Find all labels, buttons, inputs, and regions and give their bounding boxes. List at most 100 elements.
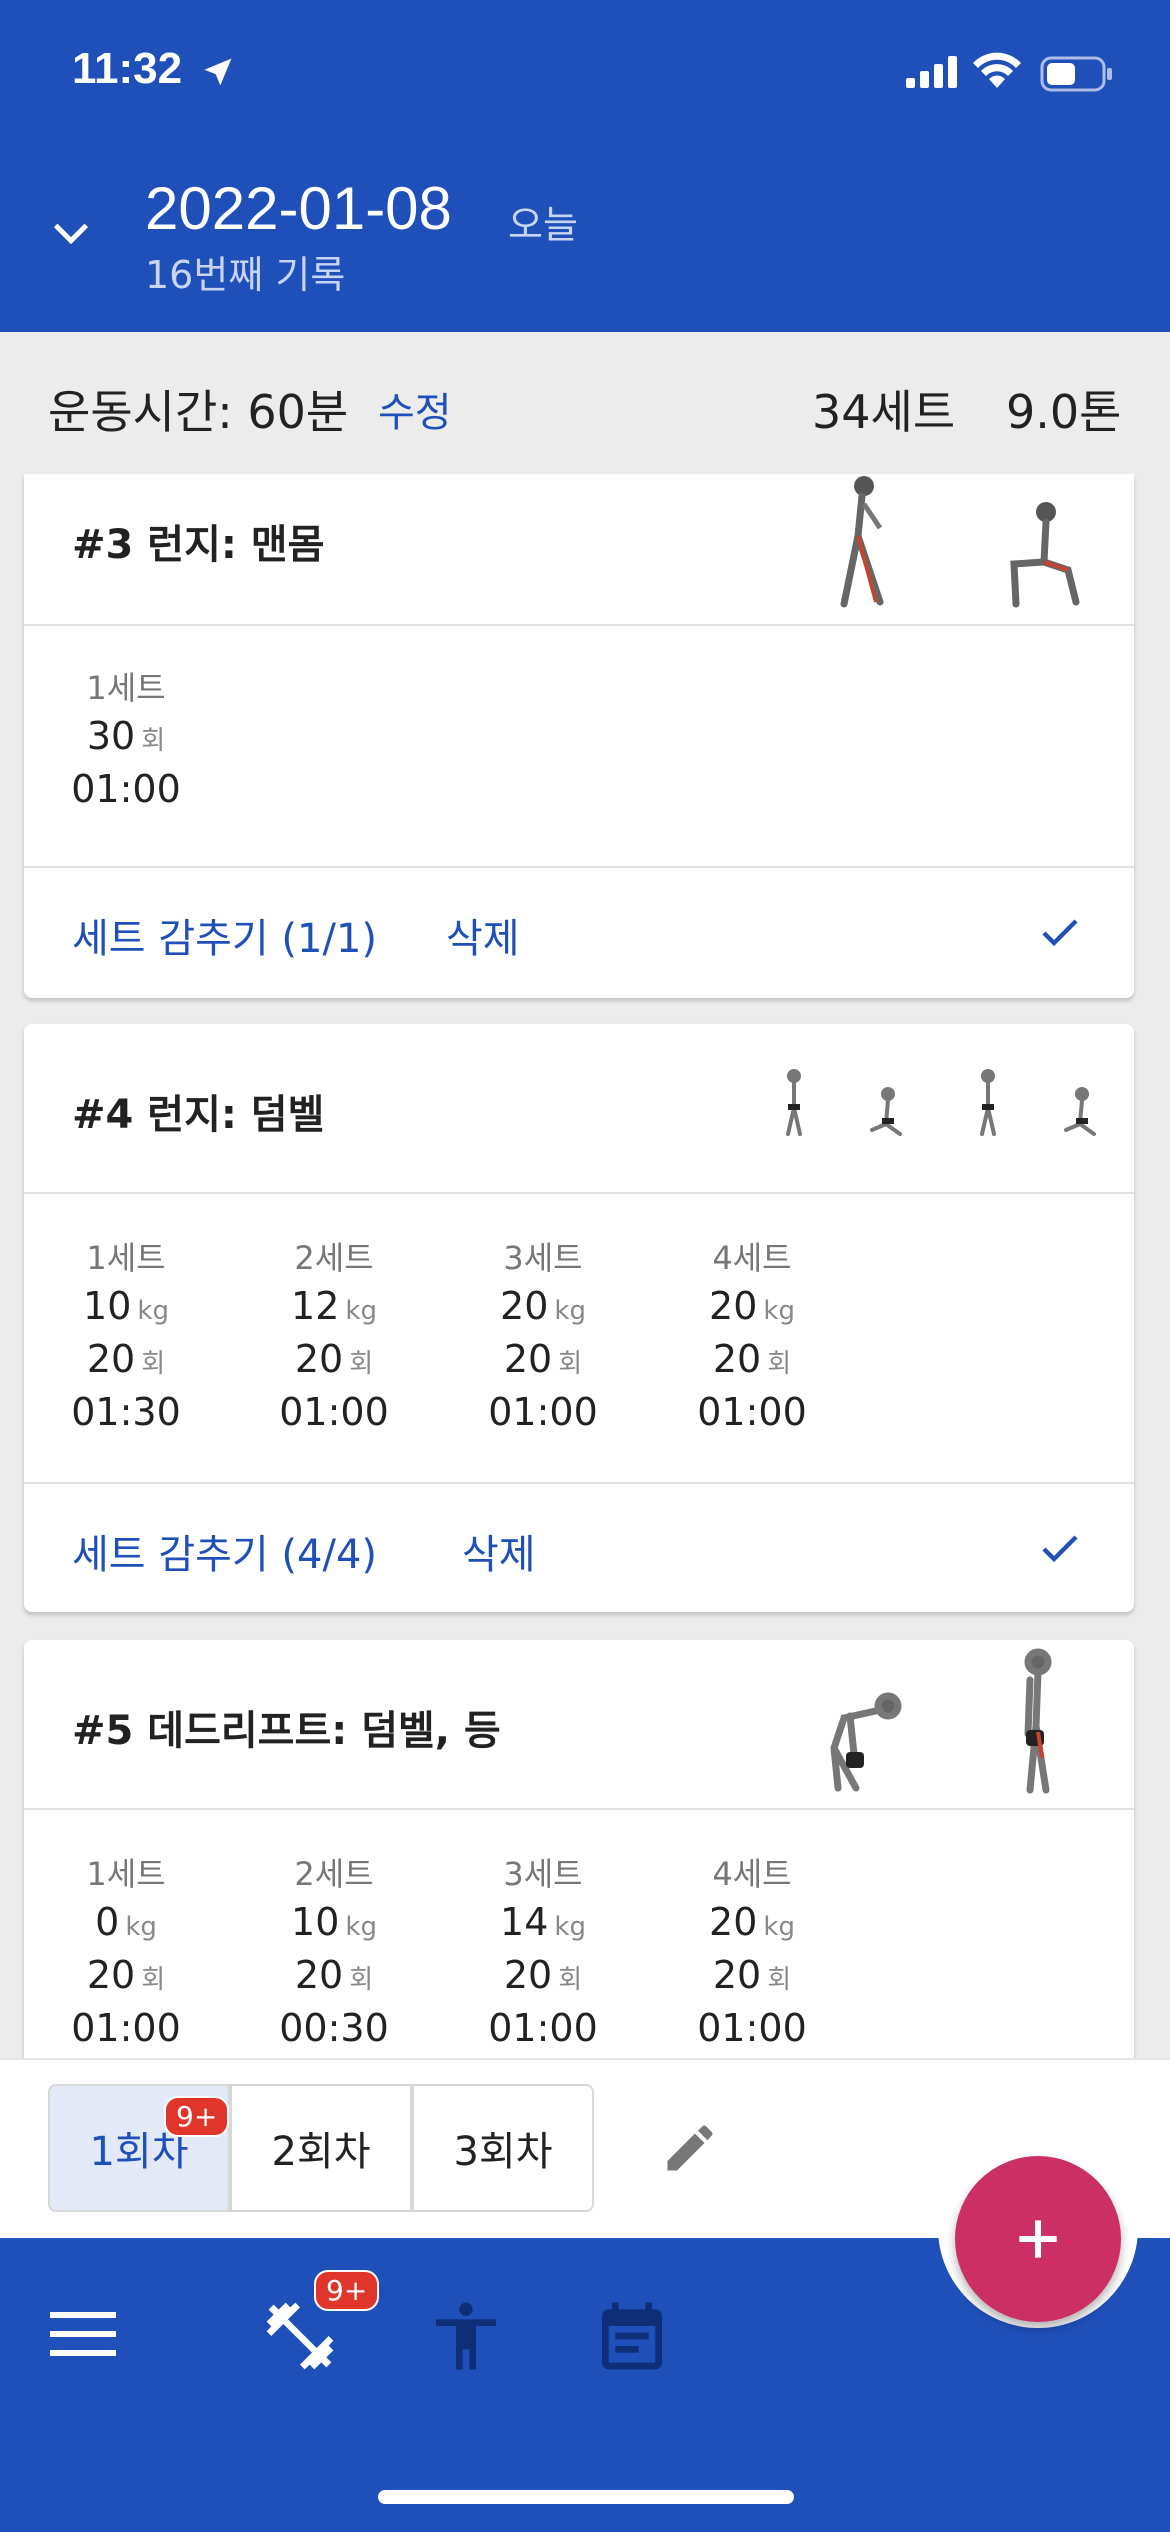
set-time: 01:00 — [488, 2006, 598, 2050]
weight-value: 14 — [500, 1900, 549, 1944]
collapse-chevron-icon[interactable] — [48, 210, 94, 256]
pencil-icon[interactable] — [660, 2118, 720, 2178]
weight-unit: kg — [763, 1296, 795, 1326]
reps-unit: 회 — [767, 1965, 792, 1995]
set-time: 01:00 — [71, 767, 181, 811]
add-fab-button[interactable] — [955, 2156, 1121, 2322]
set-column: 3세트 20 kg 20 회 01:00 — [463, 1234, 623, 1436]
reps-unit: 회 — [349, 1965, 374, 1995]
weight-value: 10 — [291, 1900, 340, 1944]
set-label: 3세트 — [503, 1239, 583, 1277]
card-divider — [24, 1808, 1134, 1810]
body-icon[interactable] — [426, 2296, 506, 2376]
set-label: 4세트 — [712, 1855, 792, 1893]
set-weight: 10 kg — [46, 1282, 206, 1335]
edit-duration-button[interactable]: 수정 — [378, 380, 452, 438]
session-badge: 9+ — [164, 2096, 230, 2137]
set-time: 01:00 — [279, 1390, 389, 1434]
weight-unit: kg — [345, 1912, 377, 1942]
check-icon[interactable] — [1036, 1524, 1084, 1572]
exercise-card-5: #5 데드리프트: 덤벨, 등 1세트 0 kg 20 회 01:00 2세트 10… — [24, 1640, 1134, 2110]
total-tons: 9.0톤 — [1006, 385, 1122, 439]
card-divider — [24, 1482, 1134, 1484]
signal-icon — [906, 56, 957, 88]
home-indicator — [378, 2490, 794, 2504]
calendar-icon[interactable] — [592, 2296, 672, 2376]
menu-icon[interactable] — [50, 2308, 116, 2360]
reps-value: 20 — [503, 1337, 553, 1381]
set-reps: 20 회 — [463, 1335, 623, 1388]
set-weight: 12 kg — [254, 1282, 414, 1335]
check-icon[interactable] — [1036, 908, 1084, 956]
set-weight: 20 kg — [672, 1282, 832, 1335]
set-label: 2세트 — [294, 1855, 374, 1893]
weight-value: 20 — [709, 1900, 758, 1944]
exercise-title: #3 런지: 맨몸 — [72, 522, 325, 568]
set-weight: 14 kg — [463, 1898, 623, 1951]
lunge-bodyweight-illustration — [840, 476, 1080, 608]
set-reps: 20 회 — [463, 1951, 623, 2004]
reps-value: 20 — [712, 1953, 762, 1997]
weight-unit: kg — [554, 1912, 586, 1942]
delete-button[interactable]: 삭제 — [446, 906, 520, 964]
set-time: 01:00 — [697, 1390, 807, 1434]
set-column: 1세트 0 kg 20 회 01:00 — [46, 1850, 206, 2052]
nav-badge: 9+ — [314, 2270, 380, 2311]
reps-unit: 회 — [558, 1965, 583, 1995]
set-column: 2세트 10 kg 20 회 00:30 — [254, 1850, 414, 2052]
set-reps: 20 회 — [46, 1335, 206, 1388]
reps-value: 20 — [712, 1337, 762, 1381]
top-bar: 11:32 2022-01-08 오늘 16번째 기록 — [0, 0, 1170, 332]
header-date: 2022-01-08 — [145, 175, 452, 242]
weight-value: 20 — [709, 1284, 758, 1328]
reps-value: 20 — [294, 1337, 344, 1381]
reps-value: 20 — [294, 1953, 344, 1997]
lunge-dumbbell-illustration — [786, 1069, 1096, 1136]
workout-duration: 운동시간: 60분 — [48, 385, 349, 439]
wifi-icon — [973, 52, 1021, 88]
reps-unit: 회 — [349, 1349, 374, 1379]
tab-session-3[interactable]: 3회차 — [412, 2084, 594, 2212]
battery-icon — [1040, 56, 1112, 92]
set-column: 4세트 20 kg 20 회 01:00 — [672, 1850, 832, 2052]
set-reps: 20 회 — [254, 1335, 414, 1388]
tab-label: 2회차 — [271, 2129, 371, 2175]
status-time: 11:32 — [72, 44, 183, 93]
set-weight: 20 kg — [463, 1282, 623, 1335]
set-column: 2세트 12 kg 20 회 01:00 — [254, 1234, 414, 1436]
workout-summary: 운동시간: 60분 수정 34세트 9.0톤 — [0, 332, 1170, 472]
set-time: 00:30 — [279, 2006, 389, 2050]
reps-unit: 회 — [141, 1965, 166, 1995]
weight-value: 10 — [83, 1284, 132, 1328]
weight-value: 12 — [291, 1284, 340, 1328]
exercise-card-3: #3 런지: 맨몸 1세트 30 회 01:00 세트 감추기 (1/1) 삭제 — [24, 474, 1134, 998]
set-weight: 20 kg — [672, 1898, 832, 1951]
exercise-card-4: #4 런지: 덤벨 1세트 10 kg 20 회 01:30 2세트 12 kg 20… — [24, 1024, 1134, 1612]
card-divider — [24, 1192, 1134, 1194]
tab-session-2[interactable]: 2회차 — [230, 2084, 412, 2212]
set-column: 1세트 10 kg 20 회 01:30 — [46, 1234, 206, 1436]
hide-sets-button[interactable]: 세트 감추기 (4/4) — [72, 1522, 377, 1580]
record-count: 16번째 기록 — [145, 253, 346, 297]
reps-value: 30 — [86, 714, 136, 758]
exercise-title: #5 데드리프트: 덤벨, 등 — [72, 1708, 501, 1754]
header-today-label: 오늘 — [508, 203, 578, 247]
weight-unit: kg — [763, 1912, 795, 1942]
total-sets: 34세트 — [812, 385, 956, 439]
set-label: 1세트 — [86, 669, 166, 707]
card-divider — [24, 866, 1134, 868]
set-reps: 20 회 — [46, 1951, 206, 2004]
delete-button[interactable]: 삭제 — [462, 1522, 536, 1580]
weight-value: 0 — [95, 1900, 120, 1944]
tab-label: 3회차 — [453, 2129, 553, 2175]
set-label: 1세트 — [86, 1855, 166, 1893]
reps-unit: 회 — [141, 1349, 166, 1379]
set-column: 3세트 14 kg 20 회 01:00 — [463, 1850, 623, 2052]
hide-sets-button[interactable]: 세트 감추기 (1/1) — [72, 906, 377, 964]
weight-unit: kg — [137, 1296, 169, 1326]
set-column: 4세트 20 kg 20 회 01:00 — [672, 1234, 832, 1436]
set-time: 01:00 — [71, 2006, 181, 2050]
set-time: 01:00 — [488, 1390, 598, 1434]
set-label: 2세트 — [294, 1239, 374, 1277]
reps-value: 20 — [86, 1953, 136, 1997]
